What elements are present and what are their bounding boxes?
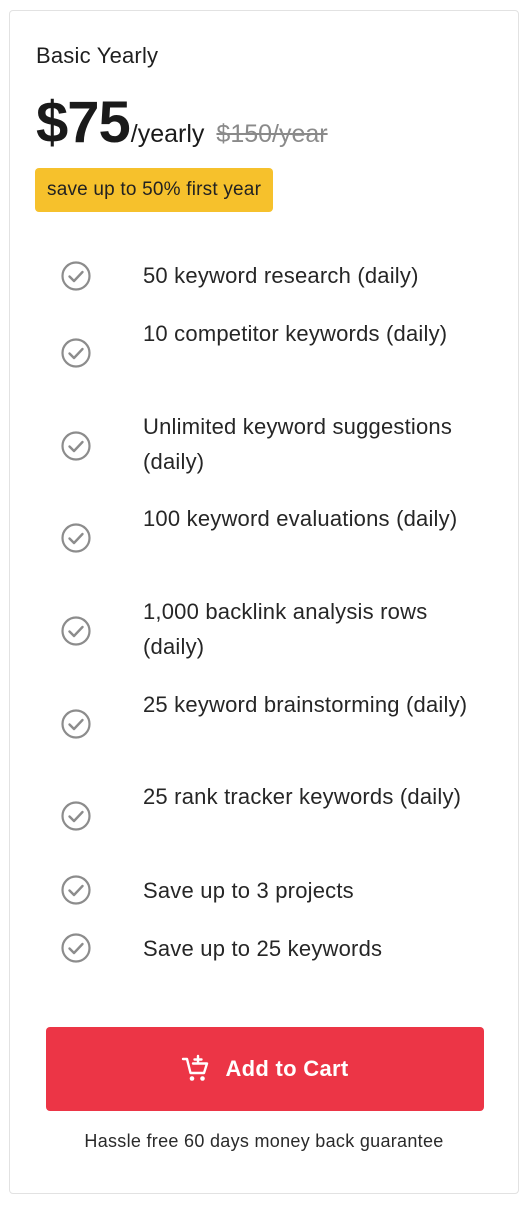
check-circle-icon (61, 523, 91, 553)
cart-add-icon (182, 1054, 209, 1081)
guarantee-text: Hassle free 60 days money back guarantee (84, 1131, 444, 1151)
feature-label: 1,000 backlink analysis rows (daily) (143, 599, 428, 659)
price-period: /yearly (130, 120, 205, 148)
feature-label: Save up to 25 keywords (143, 936, 383, 961)
original-price: $150/year (216, 120, 328, 148)
check-circle-icon (61, 933, 91, 963)
discount-badge: save up to 50% first year (35, 168, 274, 212)
check-circle-icon (61, 801, 91, 831)
feature-label: 25 keyword brainstorming (daily) (143, 692, 468, 717)
add-to-cart-button[interactable]: Add to Cart (46, 1027, 484, 1111)
check-circle-icon (61, 875, 91, 905)
check-circle-icon (61, 261, 91, 291)
feature-label: 25 rank tracker keywords (daily) (143, 784, 462, 809)
feature-label: 10 competitor keywords (daily) (143, 321, 448, 346)
feature-label: Unlimited keyword suggestions (daily) (143, 414, 453, 474)
pricing-card: Basic Yearly $75/yearly $150/year save up… (9, 10, 519, 1194)
plan-name: Basic Yearly (36, 43, 159, 68)
check-circle-icon (61, 338, 91, 368)
check-circle-icon (61, 616, 91, 646)
feature-label: Save up to 3 projects (143, 878, 354, 903)
feature-label: 50 keyword research (daily) (143, 263, 419, 288)
add-to-cart-label: Add to Cart (225, 1056, 349, 1081)
check-circle-icon (61, 431, 91, 461)
price-value: $75 (36, 90, 131, 155)
feature-label: 100 keyword evaluations (daily) (143, 506, 458, 531)
price-row: $75/yearly $150/year (36, 89, 328, 159)
check-circle-icon (61, 709, 91, 739)
